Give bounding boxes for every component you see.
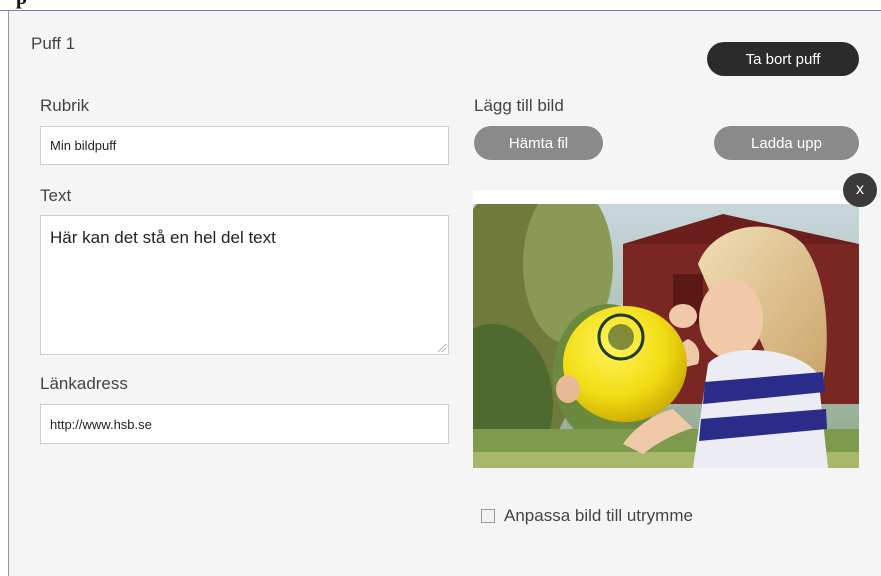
page: p Puff 1 Ta bort puff Rubrik Min bildpuf…: [0, 0, 881, 576]
heading-label: Rubrik: [40, 96, 90, 115]
resize-handle-icon[interactable]: [438, 344, 446, 352]
upload-button[interactable]: Ladda upp: [714, 126, 859, 160]
link-input-value: http://www.hsb.se: [50, 416, 152, 432]
text-textarea[interactable]: Här kan det stå en hel del text: [40, 215, 449, 355]
top-bar: p: [0, 0, 881, 11]
header-title: p: [16, 0, 27, 8]
fit-image-label[interactable]: Anpassa bild till utrymme: [504, 506, 693, 526]
link-label: Länkadress: [40, 374, 128, 393]
text-textarea-value: Här kan det stå en hel del text: [50, 228, 276, 247]
fit-image-option[interactable]: Anpassa bild till utrymme: [481, 506, 693, 526]
remove-puff-button[interactable]: Ta bort puff: [707, 42, 859, 76]
link-input[interactable]: http://www.hsb.se: [40, 404, 449, 444]
preview-photo: [473, 204, 859, 468]
heading-input[interactable]: Min bildpuff: [40, 126, 449, 165]
fit-image-checkbox[interactable]: [481, 509, 495, 523]
heading-input-value: Min bildpuff: [50, 138, 117, 153]
puff-title: Puff 1: [31, 34, 76, 53]
text-label: Text: [40, 186, 72, 205]
fetch-file-button[interactable]: Hämta fil: [474, 126, 603, 160]
add-image-label: Lägg till bild: [474, 96, 564, 115]
remove-image-button[interactable]: x: [843, 173, 877, 207]
image-preview: [473, 190, 859, 468]
